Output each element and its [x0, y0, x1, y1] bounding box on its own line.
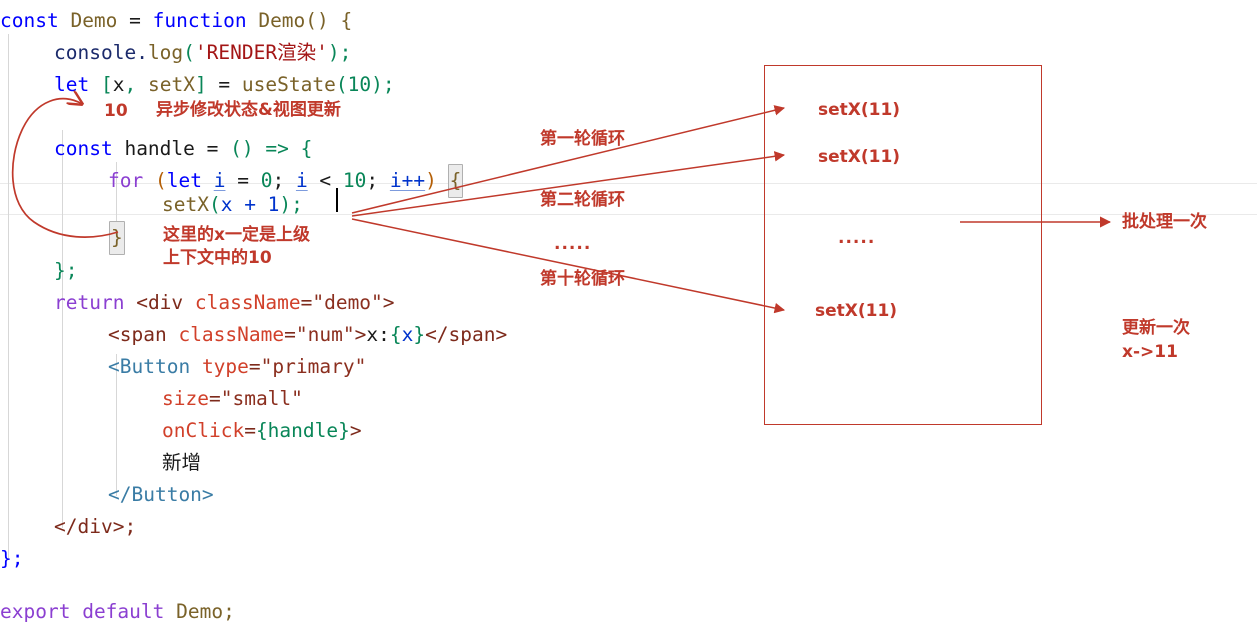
batch-note: 批处理一次: [1122, 212, 1207, 232]
matched-brace-open: {: [447, 164, 464, 198]
code-line-6[interactable]: setX(x + 1);: [162, 189, 303, 221]
code-line-14[interactable]: 新增: [162, 447, 201, 479]
queue-item-2: setX(11): [818, 147, 901, 167]
token-ten: 10: [347, 73, 372, 96]
token-const: const: [0, 9, 59, 32]
token-function-kw: function: [152, 9, 247, 32]
matched-brace-close: }: [109, 221, 125, 255]
token-size-attr: size: [162, 387, 209, 410]
token-demo-fn: Demo() {: [258, 9, 353, 32]
token-i-inc: i++: [389, 169, 426, 192]
token-primary-value: "primary": [260, 355, 367, 378]
token-demo-class: "demo": [312, 291, 383, 314]
token-x-plus-1: x + 1: [220, 193, 280, 216]
update-note-line-2: x->11: [1122, 342, 1178, 362]
code-editor[interactable]: const Demo = function Demo() { console.l…: [0, 0, 1257, 625]
code-line-12[interactable]: size="small": [162, 383, 303, 415]
token-button-text: 新增: [162, 451, 202, 474]
code-line-11[interactable]: <Button type="primary": [108, 351, 366, 383]
token-span-close: </span>: [425, 323, 508, 346]
token-handle-expr: {handle}: [255, 419, 350, 442]
token-dot: .: [136, 41, 148, 64]
token-usestate: useState: [241, 73, 336, 96]
token-demo-export: Demo;: [176, 600, 235, 623]
token-span-open: <span: [108, 323, 167, 346]
token-return: return: [54, 291, 125, 314]
token-equals: =: [117, 9, 153, 32]
indent-guide: [62, 130, 63, 528]
code-line-16[interactable]: </div>;: [54, 511, 136, 543]
token-for: for: [108, 169, 144, 192]
token-onclick-attr: onClick: [162, 419, 245, 442]
token-export: export: [0, 600, 71, 623]
token-paren-close: );: [327, 41, 352, 64]
token-div-open: <div: [136, 291, 184, 314]
code-line-17[interactable]: };: [0, 543, 23, 575]
queue-item-1: setX(11): [818, 100, 901, 120]
code-line-10[interactable]: <span className="num">x:{x}</span>: [108, 319, 507, 351]
token-bracket-close: ]: [194, 73, 207, 96]
code-line-1[interactable]: const Demo = function Demo() {: [0, 5, 352, 37]
token-classname: className: [194, 291, 301, 314]
token-render-string: 'RENDER渲染': [194, 41, 328, 64]
token-setx: setX: [147, 73, 195, 96]
token-let: let: [54, 73, 90, 96]
token-type-attr: type: [201, 355, 249, 378]
code-line-4[interactable]: const handle = () => {: [54, 133, 312, 165]
code-line-13[interactable]: onClick={handle}>: [162, 415, 362, 447]
token-console: console: [54, 41, 137, 64]
token-small-value: "small": [220, 387, 303, 410]
queue-item-3: setX(11): [815, 301, 898, 321]
token-button-close: </Button>: [108, 483, 214, 506]
token-comma: ,: [124, 73, 148, 96]
token-paren-open: (: [183, 41, 195, 64]
token-x-label: x:: [366, 323, 390, 346]
code-line-9[interactable]: return <div className="demo">: [54, 287, 395, 319]
code-line-19[interactable]: export default Demo;: [0, 596, 235, 625]
token-lt: <: [307, 169, 343, 192]
token-handle: handle: [124, 137, 195, 160]
token-log: log: [147, 41, 184, 64]
screenshot-root: const Demo = function Demo() { console.l…: [0, 0, 1257, 625]
token-demo-name: Demo: [70, 9, 118, 32]
queue-ellipsis: .....: [838, 228, 876, 248]
token-div-close: </div>;: [54, 515, 137, 538]
token-close-brace-semi: };: [54, 259, 78, 282]
code-line-8[interactable]: };: [54, 255, 77, 287]
token-brace-open: {: [389, 323, 402, 346]
code-line-15[interactable]: </Button>: [108, 479, 214, 511]
token-button-open: <Button: [108, 355, 191, 378]
indent-guide: [8, 34, 9, 560]
code-line-7[interactable]: }: [109, 221, 125, 255]
batch-queue-box: [764, 65, 1042, 425]
token-bracket-open: [: [100, 73, 113, 96]
token-brace-close: }: [413, 323, 426, 346]
token-default: default: [82, 600, 165, 623]
update-note-line-1: 更新一次: [1122, 318, 1190, 338]
token-gt: >: [382, 291, 395, 314]
token-num-class: "num": [295, 323, 355, 346]
token-setx-call: setX: [162, 193, 209, 216]
code-line-2[interactable]: console.log('RENDER渲染');: [54, 37, 351, 69]
code-line-3[interactable]: let [x, setX] = useState(10);: [54, 69, 395, 101]
token-arrow-fn: () => {: [230, 137, 313, 160]
token-x-var: x: [112, 73, 125, 96]
